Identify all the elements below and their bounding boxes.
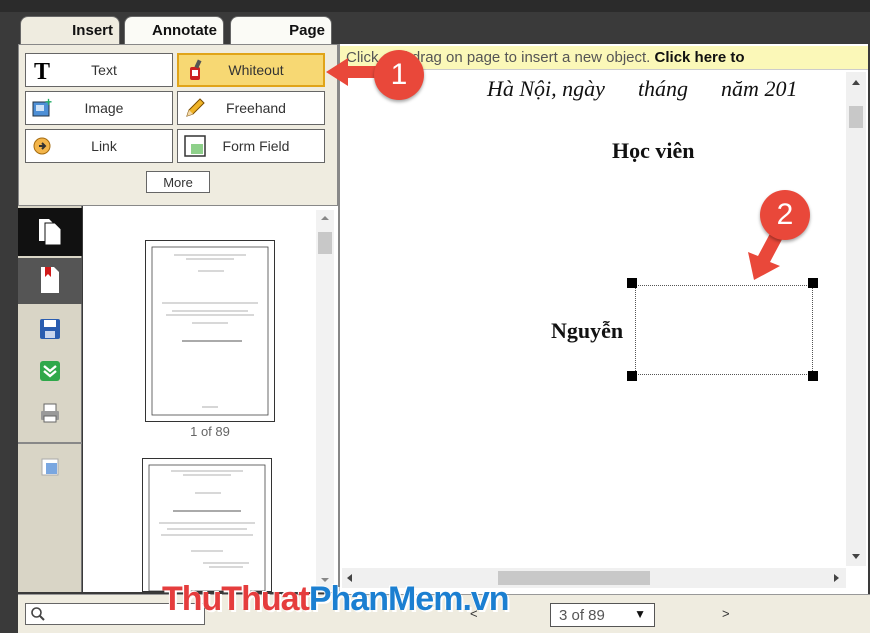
svg-text:T: T bbox=[34, 59, 50, 82]
site-watermark: ThuThuatPhanMem.vn bbox=[162, 580, 510, 619]
callout-badge-1: 1 bbox=[374, 50, 424, 100]
page-select-value: 3 of 89 bbox=[559, 606, 605, 624]
sidebar-divider bbox=[18, 442, 82, 444]
tab-annotate[interactable]: Annotate bbox=[124, 16, 224, 44]
text-t-icon: T bbox=[30, 57, 56, 83]
page-thumbnail-1[interactable] bbox=[145, 240, 275, 422]
thumbnail-2-preview bbox=[148, 464, 266, 592]
document-name-text: Nguyễn bbox=[551, 318, 624, 343]
watermark-part-2: PhanMem bbox=[308, 580, 464, 618]
link-tool-button[interactable]: Link bbox=[25, 129, 173, 163]
insert-tools-panel: T Text Whiteout + Image Freehand Link Fo… bbox=[18, 44, 338, 206]
viewer-scroll-down-icon[interactable] bbox=[846, 550, 866, 562]
thumbnail-1-preview bbox=[151, 246, 269, 416]
freehand-tool-button[interactable]: Freehand bbox=[177, 91, 325, 125]
page-view-icon bbox=[40, 457, 60, 480]
link-icon bbox=[30, 133, 56, 159]
document-date-line: Hà Nội, ngày tháng năm 201 bbox=[487, 76, 798, 101]
thumbnails-scrollbar[interactable] bbox=[316, 210, 334, 590]
scroll-up-arrow-icon[interactable] bbox=[316, 212, 334, 224]
viewer-vertical-scroll-thumb[interactable] bbox=[849, 106, 863, 128]
text-tool-button[interactable]: T Text bbox=[25, 53, 173, 87]
callout-badge-2: 2 bbox=[760, 190, 810, 240]
app-top-bar bbox=[0, 0, 870, 12]
sidebar-item-page-view[interactable] bbox=[18, 448, 82, 488]
form-field-tool-button[interactable]: Form Field bbox=[177, 129, 325, 163]
freehand-tool-label: Freehand bbox=[226, 100, 286, 116]
sidebar-item-print[interactable] bbox=[18, 394, 82, 434]
svg-text:+: + bbox=[45, 96, 52, 109]
pencil-icon bbox=[182, 95, 208, 121]
sidebar-item-download[interactable] bbox=[18, 352, 82, 392]
whiteout-tool-button[interactable]: Whiteout bbox=[177, 53, 325, 87]
viewer-vertical-scrollbar[interactable] bbox=[846, 72, 866, 566]
hint-link[interactable]: Click here to bbox=[655, 49, 745, 66]
thumbnail-1-label: 1 of 89 bbox=[190, 424, 230, 439]
thumbnails-scroll-thumb[interactable] bbox=[318, 232, 332, 254]
page-number-select[interactable]: 3 of 89 ▼ bbox=[550, 603, 655, 627]
sidebar-item-save[interactable] bbox=[18, 310, 82, 350]
save-icon bbox=[39, 318, 61, 343]
viewer-scroll-right-icon[interactable] bbox=[830, 568, 842, 588]
resize-handle-top-left[interactable] bbox=[627, 278, 637, 288]
whiteout-tool-label: Whiteout bbox=[228, 62, 284, 78]
more-tools-button[interactable]: More bbox=[146, 171, 210, 193]
image-tool-button[interactable]: + Image bbox=[25, 91, 173, 125]
resize-handle-bottom-right[interactable] bbox=[808, 371, 818, 381]
watermark-part-3: .vn bbox=[462, 580, 509, 618]
image-tool-label: Image bbox=[84, 100, 124, 116]
form-field-icon bbox=[182, 133, 208, 159]
callout-1-arrow bbox=[326, 58, 380, 86]
bookmark-icon bbox=[38, 265, 62, 298]
tab-page-label: Page bbox=[289, 22, 325, 39]
watermark-part-1: ThuThuat bbox=[162, 580, 310, 618]
tab-insert[interactable]: Insert bbox=[20, 16, 120, 44]
resize-handle-bottom-left[interactable] bbox=[627, 371, 637, 381]
sidebar-item-bookmarks[interactable] bbox=[18, 258, 82, 304]
form-field-tool-label: Form Field bbox=[222, 138, 290, 154]
print-icon bbox=[39, 402, 61, 427]
viewer-scroll-up-icon[interactable] bbox=[846, 76, 866, 88]
left-sidebar bbox=[18, 206, 82, 592]
image-icon: + bbox=[30, 95, 56, 121]
viewer-horizontal-scroll-thumb[interactable] bbox=[498, 571, 650, 585]
pages-icon bbox=[37, 215, 63, 250]
text-tool-label: Text bbox=[91, 62, 117, 78]
tab-annotate-label: Annotate bbox=[152, 22, 217, 39]
whiteout-object-box[interactable] bbox=[635, 285, 813, 375]
document-heading: Học viên bbox=[612, 138, 695, 163]
link-tool-label: Link bbox=[91, 138, 117, 154]
next-page-button[interactable]: > bbox=[722, 606, 730, 621]
tab-insert-label: Insert bbox=[72, 22, 113, 39]
whiteout-bottle-icon bbox=[183, 57, 209, 83]
tab-page[interactable]: Page bbox=[230, 16, 332, 44]
resize-handle-top-right[interactable] bbox=[808, 278, 818, 288]
search-icon bbox=[30, 606, 46, 625]
chevron-down-icon: ▼ bbox=[634, 607, 646, 621]
download-icon bbox=[39, 360, 61, 385]
pdf-editor-app: Insert Annotate Page T Text Whiteout + I… bbox=[0, 0, 870, 633]
page-thumbnail-2[interactable] bbox=[142, 458, 272, 592]
sidebar-item-pages[interactable] bbox=[18, 208, 82, 256]
